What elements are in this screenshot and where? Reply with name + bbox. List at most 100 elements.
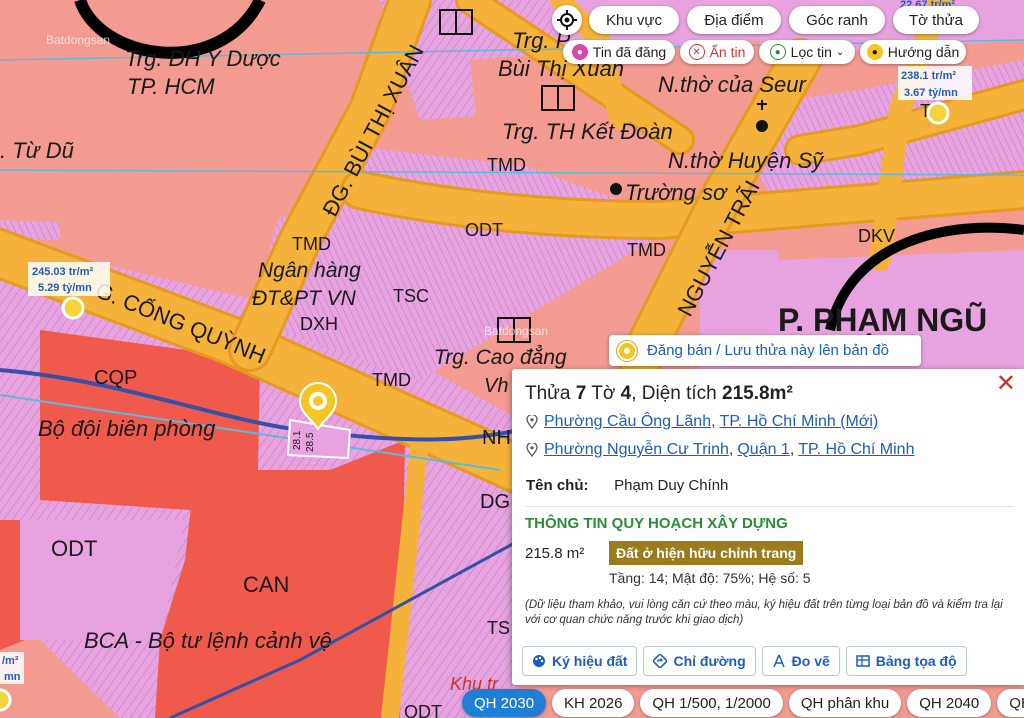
- watermark: Batdongsan: [46, 33, 110, 47]
- owner-row: Tên chủ: Phạm Duy Chính: [526, 477, 728, 494]
- land-type-badge: Đất ở hiện hữu chỉnh trang: [609, 541, 804, 565]
- ward-link[interactable]: Phường Cầu Ông Lãnh: [544, 413, 711, 431]
- measure-label: Đo vẽ: [791, 653, 830, 669]
- tab-qh-phan-khu[interactable]: QH phân khu: [788, 689, 902, 717]
- price-label: 3.67 tỷ/mn: [904, 87, 958, 99]
- tab-kh-2026[interactable]: KH 2026: [552, 689, 635, 717]
- owner-label: Tên chủ:: [526, 477, 589, 494]
- tab-qh-1-500[interactable]: QH 1/500, 1/2000: [640, 689, 783, 717]
- measure-icon: [772, 654, 785, 668]
- map-label: ODT: [404, 702, 442, 718]
- price-marker[interactable]: [61, 296, 85, 320]
- map-label: Trường sơ: [625, 180, 728, 205]
- plan-layer-tabs: QH 2030 KH 2026 QH 1/500, 1/2000 QH phân…: [462, 689, 1024, 718]
- khu-vuc-button[interactable]: Khu vực: [589, 6, 679, 34]
- post-parcel-label: Đăng bán / Lưu thửa này lên bản đồ: [647, 342, 889, 359]
- map-label: TS: [487, 618, 510, 638]
- an-tin-button[interactable]: ✕ Ẩn tin: [680, 40, 754, 64]
- map-label: NH: [482, 427, 511, 449]
- map-label: Trg. ĐH Y Dược: [125, 46, 281, 71]
- measure-button[interactable]: Đo vẽ: [761, 646, 840, 676]
- map-label: N.thờ của Seur: [658, 72, 807, 97]
- map-label: DG: [480, 491, 510, 513]
- price-marker[interactable]: [926, 101, 950, 125]
- filter-icon: ●: [769, 44, 786, 60]
- ward-link[interactable]: Phường Nguyễn Cư Trinh: [544, 441, 729, 459]
- an-tin-label: Ẩn tin: [709, 44, 746, 60]
- map-label: TSC: [393, 286, 429, 306]
- city-link[interactable]: TP. Hồ Chí Minh: [798, 441, 914, 459]
- map-label: TMD: [372, 370, 411, 390]
- goc-ranh-button[interactable]: Góc ranh: [789, 6, 885, 34]
- price-label: /m²: [2, 655, 19, 667]
- map-label: Trg. TH Kết Đoàn: [502, 119, 673, 144]
- parcel-dimension: 28.1: [292, 430, 303, 450]
- tab-qh-more[interactable]: QH: [997, 689, 1024, 717]
- tin-da-dang-label: Tin đã đăng: [592, 44, 667, 60]
- hide-icon: ✕: [688, 44, 705, 60]
- building-specs: Tầng: 14; Mật độ: 75%; Hệ số: 5: [609, 570, 811, 586]
- price-marker[interactable]: [0, 688, 12, 712]
- price-label: 245.03 tr/m²: [32, 266, 93, 278]
- directions-button[interactable]: Chỉ đường: [643, 646, 756, 676]
- price-label: mn: [4, 671, 21, 683]
- location-pin-icon: [526, 415, 538, 429]
- city-link[interactable]: TP. Hồ Chí Minh (Mới): [720, 413, 879, 431]
- plan-area: 215.8 m²: [525, 545, 585, 562]
- map-label: ODT: [51, 536, 97, 561]
- parcel-info-panel: ✕ Thửa 7 Tờ 4, Diện tích 215.8m² Phường …: [512, 369, 1024, 685]
- to-thua-button[interactable]: Tờ thửa: [893, 6, 979, 34]
- tab-qh-2030[interactable]: QH 2030: [462, 689, 547, 717]
- tin-da-dang-button[interactable]: ● Tin đã đăng: [563, 40, 675, 64]
- locate-button[interactable]: [552, 5, 582, 35]
- map-label: CAN: [243, 572, 289, 597]
- title-text: Tờ: [586, 383, 621, 404]
- parcel-dimension: 28.5: [305, 432, 316, 452]
- directions-label: Chỉ đường: [673, 653, 746, 669]
- map-label: TMD: [627, 240, 666, 260]
- land-symbol-button[interactable]: Ký hiệu đất: [522, 646, 638, 676]
- map-label: Vh: [484, 375, 508, 397]
- loc-tin-label: Lọc tin: [790, 44, 832, 60]
- divider: [525, 506, 1014, 507]
- post-parcel-button[interactable]: Đăng bán / Lưu thửa này lên bản đồ: [609, 335, 921, 366]
- close-icon[interactable]: ✕: [996, 372, 1016, 396]
- map-label: ĐT&PT VN: [252, 287, 357, 310]
- price-label: 238.1 tr/m²: [901, 70, 956, 82]
- tab-qh-2040[interactable]: QH 2040: [907, 689, 992, 717]
- church-icon: [610, 183, 622, 195]
- owner-value: Phạm Duy Chính: [614, 477, 729, 494]
- parcel-number: 7: [575, 383, 587, 404]
- map-label: TMD: [487, 155, 526, 175]
- map-label: TP. HCM: [127, 74, 215, 99]
- listing-icon: ●: [571, 44, 588, 60]
- pin-icon: [617, 340, 637, 361]
- title-text: , Diện tích: [631, 383, 723, 404]
- land-symbol-label: Ký hiệu đất: [552, 653, 628, 669]
- price-label: 5.29 tỷ/mn: [38, 282, 92, 294]
- huong-dan-button[interactable]: ● Hướng dẫn: [860, 40, 966, 64]
- table-icon: [856, 655, 870, 667]
- loc-tin-button[interactable]: ● Lọc tin ⌄: [759, 40, 855, 64]
- palette-icon: [533, 655, 545, 667]
- panel-actions: Ký hiệu đất Chỉ đường Đo vẽ Bảng tọa độ: [522, 646, 967, 676]
- chevron-down-icon: ⌄: [835, 46, 845, 58]
- coordinates-table-label: Bảng tọa độ: [875, 653, 957, 669]
- sheet-number: 4: [620, 383, 632, 404]
- dia-diem-button[interactable]: Địa điểm: [687, 6, 781, 34]
- map-label: DXH: [300, 314, 338, 334]
- address-new: Phường Cầu Ông Lãnh, TP. Hồ Chí Minh (Mớ…: [526, 413, 878, 431]
- coordinates-table-button[interactable]: Bảng tọa độ: [845, 646, 967, 676]
- guide-icon: ●: [866, 44, 883, 60]
- map-label: Bộ đội biên phòng: [38, 416, 216, 441]
- map-label: Ngân hàng: [258, 259, 361, 282]
- district-link[interactable]: Quận 1: [737, 441, 789, 459]
- map-label: TMD: [292, 234, 331, 254]
- map-label: CQP: [94, 367, 137, 389]
- map-label: Trg. Cao đẳng: [434, 346, 567, 369]
- map-label: . Từ Dũ: [0, 138, 74, 163]
- watermark: Batdongsan: [484, 324, 548, 338]
- directions-icon: [653, 654, 668, 668]
- address-old: Phường Nguyễn Cư Trinh, Quận 1, TP. Hồ C…: [526, 441, 914, 459]
- map-label: BCA - Bộ tư lệnh cảnh vệ: [84, 628, 332, 653]
